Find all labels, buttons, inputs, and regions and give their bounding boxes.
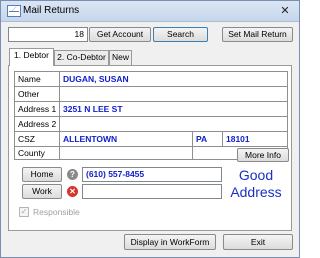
mail-returns-window: Mail Returns ✕ 18 Get Account Search Set…	[0, 0, 300, 258]
tab-new[interactable]: New	[109, 50, 132, 65]
name-label: Name	[18, 74, 41, 84]
question-circle-icon: ?	[67, 169, 78, 180]
state-field[interactable]: PA	[196, 134, 207, 144]
home-phone-button[interactable]: Home	[22, 167, 62, 182]
county-label: County	[18, 148, 45, 158]
account-count-field[interactable]: 18	[8, 27, 88, 42]
work-phone-field[interactable]	[82, 184, 222, 199]
display-in-workform-button[interactable]: Display in WorkForm	[124, 234, 216, 250]
get-account-button[interactable]: Get Account	[89, 27, 151, 42]
app-window-icon	[7, 5, 21, 17]
zip-field[interactable]: 18101	[226, 134, 250, 144]
title-bar: Mail Returns ✕	[1, 1, 299, 22]
address-status-line2: Address	[230, 184, 282, 200]
address1-label: Address 1	[18, 104, 57, 114]
address-status-line1: Good	[238, 167, 274, 183]
home-phone-field[interactable]: (610) 557-8455	[82, 167, 222, 182]
address2-label: Address 2	[18, 119, 57, 129]
responsible-label: Responsible	[33, 207, 80, 217]
search-button[interactable]: Search	[153, 27, 208, 42]
tab-co-debtor[interactable]: 2. Co-Debtor	[54, 50, 109, 65]
work-phone-button[interactable]: Work	[22, 184, 62, 199]
city-field[interactable]: ALLENTOWN	[63, 134, 117, 144]
x-circle-icon: ✕	[67, 186, 78, 197]
set-mail-return-button[interactable]: Set Mail Return	[222, 27, 293, 42]
tab-debtor[interactable]: 1. Debtor	[9, 48, 54, 66]
debtor-panel: Name Other Address 1 Address 2 CSZ Count…	[8, 65, 292, 231]
other-label: Other	[18, 89, 40, 99]
more-info-button[interactable]: More Info	[237, 148, 289, 162]
exit-button[interactable]: Exit	[223, 234, 293, 250]
address-grid: Name Other Address 1 Address 2 CSZ Count…	[14, 71, 288, 160]
address1-field[interactable]: 3251 N LEE ST	[63, 104, 123, 114]
csz-label: CSZ	[18, 134, 35, 144]
name-field[interactable]: DUGAN, SUSAN	[63, 74, 129, 84]
responsible-checkbox[interactable]: ✓	[19, 207, 29, 217]
close-icon[interactable]: ✕	[276, 4, 294, 18]
window-title: Mail Returns	[23, 5, 80, 16]
